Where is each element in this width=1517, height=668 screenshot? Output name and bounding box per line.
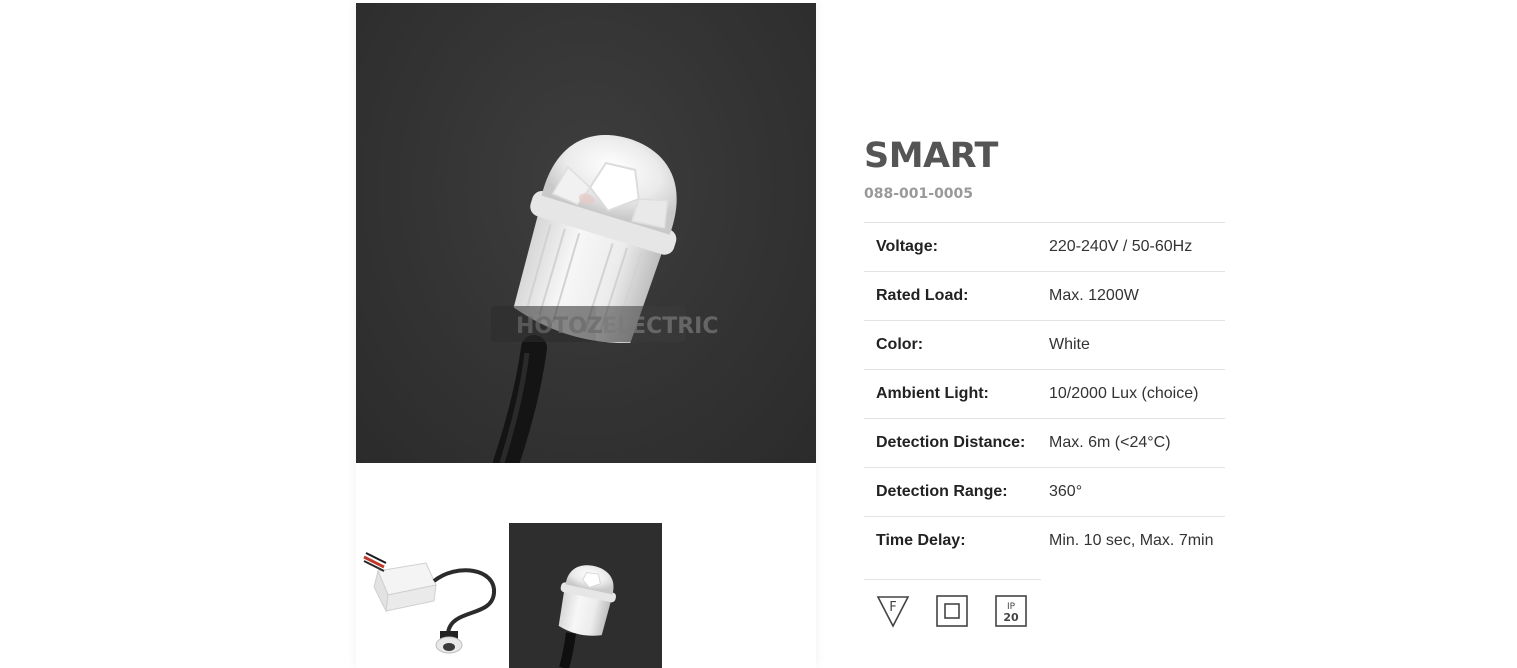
spec-label: Color: — [876, 336, 924, 353]
sensor-photo: HOTOZ ELECTRIC — [491, 135, 719, 463]
sensor-box-photo — [363, 552, 496, 654]
product-gallery: HOTOZ ELECTRIC — [356, 0, 816, 668]
product-page: HOTOZ ELECTRIC SMART 088-001-0005 Voltag… — [0, 0, 1517, 668]
spec-value: Max. 1200W — [1049, 287, 1139, 304]
spec-value: Min. 10 sec, Max. 7min — [1049, 532, 1214, 549]
product-info: SMART 088-001-0005 Voltage: 220-240V / 5… — [864, 130, 1225, 628]
spec-value: 220-240V / 50-60Hz — [1049, 238, 1193, 255]
spec-row-ambient-light: Ambient Light: 10/2000 Lux (choice) — [864, 369, 1225, 419]
spec-label: Detection Distance: — [876, 434, 1026, 451]
product-code: 088-001-0005 — [864, 186, 974, 202]
spec-row-rated-load: Rated Load: Max. 1200W — [864, 271, 1225, 321]
f-mark-icon: F — [876, 594, 910, 628]
spec-label: Time Delay: — [876, 532, 966, 549]
watermark-left: HOTOZ — [516, 314, 603, 339]
spec-row-time-delay: Time Delay: Min. 10 sec, Max. 7min — [864, 516, 1225, 566]
certification-icons: F IP 20 — [864, 579, 1041, 628]
thumbnail-sensor-with-box[interactable] — [356, 523, 509, 668]
spec-label: Voltage: — [876, 238, 938, 255]
spec-value: Max. 6m (<24°C) — [1049, 434, 1171, 451]
main-product-image[interactable]: HOTOZ ELECTRIC — [356, 3, 816, 463]
double-insulation-icon — [935, 594, 969, 628]
spec-row-detection-range: Detection Range: 360° — [864, 467, 1225, 517]
watermark-right: ELECTRIC — [602, 314, 719, 339]
spec-row-color: Color: White — [864, 320, 1225, 370]
spec-value: White — [1049, 336, 1090, 353]
spec-label: Rated Load: — [876, 287, 969, 304]
ip-rating-icon: IP 20 — [994, 594, 1028, 628]
spec-label: Detection Range: — [876, 483, 1008, 500]
thumbnail-sensor-dome[interactable] — [509, 523, 662, 668]
thumbnail-strip — [356, 523, 816, 668]
spec-row-detection-distance: Detection Distance: Max. 6m (<24°C) — [864, 418, 1225, 468]
spec-value: 360° — [1049, 483, 1083, 500]
product-title: SMART — [864, 136, 998, 176]
svg-text:F: F — [889, 600, 896, 615]
spec-value: 10/2000 Lux (choice) — [1049, 385, 1199, 402]
sensor-dome-photo — [558, 565, 617, 668]
spec-row-voltage: Voltage: 220-240V / 50-60Hz — [864, 222, 1225, 272]
spec-label: Ambient Light: — [876, 385, 989, 402]
spec-table: Voltage: 220-240V / 50-60Hz Rated Load: … — [864, 222, 1225, 565]
svg-text:20: 20 — [1003, 611, 1019, 624]
